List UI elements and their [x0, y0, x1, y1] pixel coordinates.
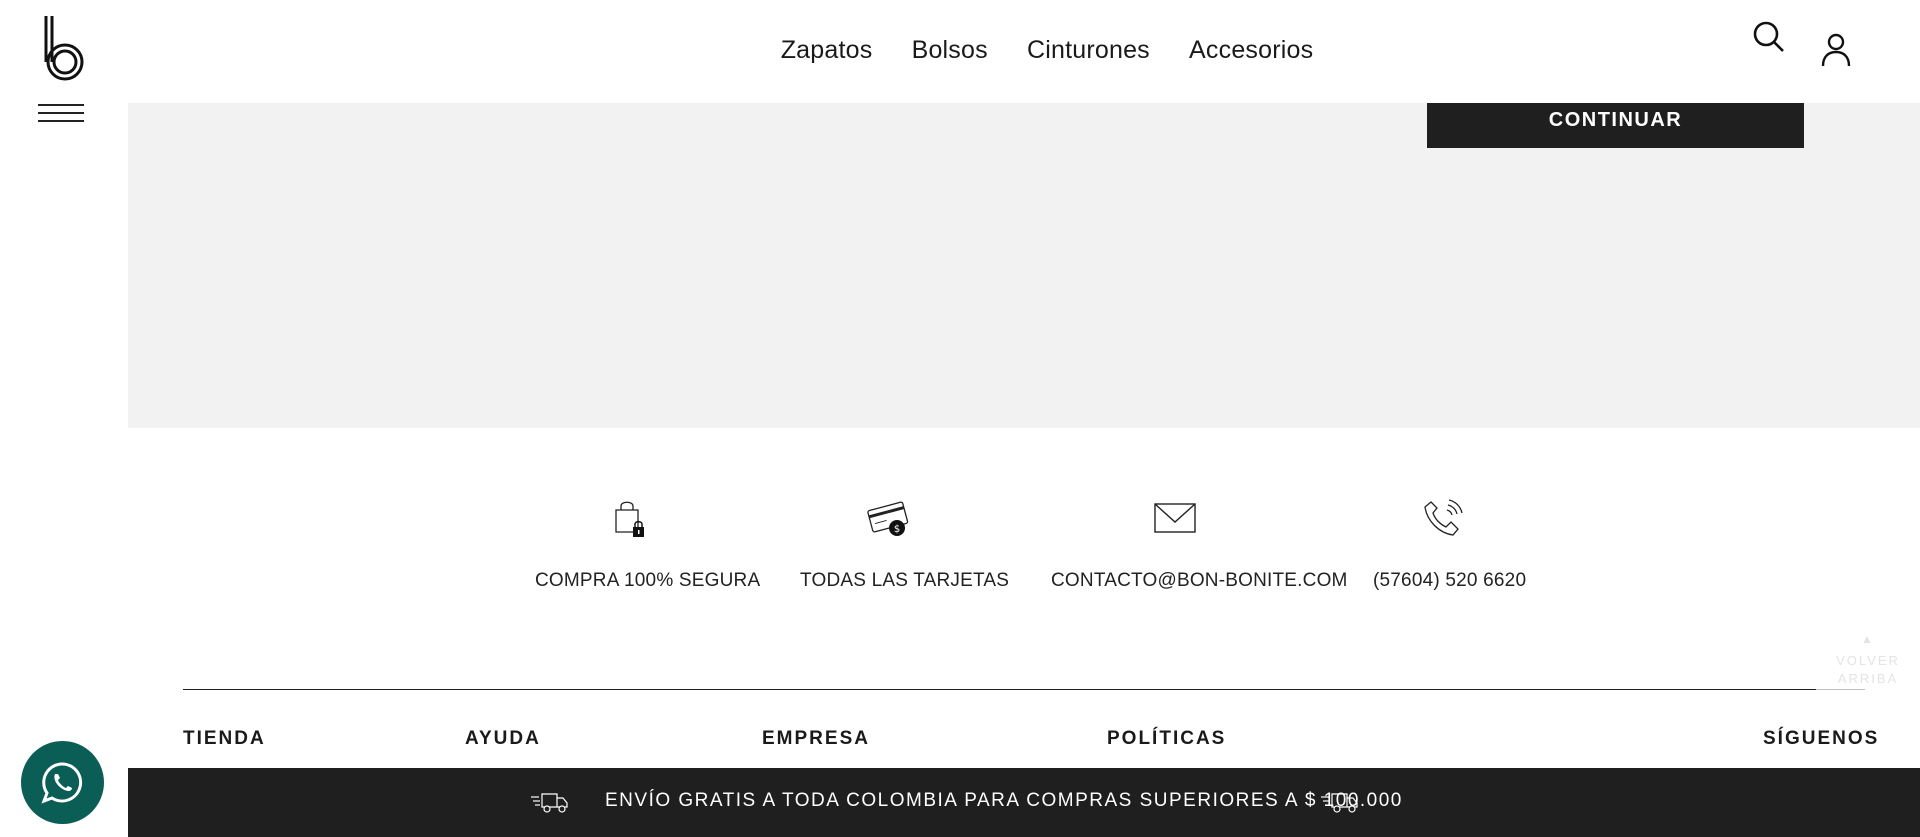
- delivery-truck-icon: [1321, 793, 1358, 813]
- delivery-truck-icon: [531, 793, 568, 813]
- feature-contact-email[interactable]: CONTACTO@BON-BONITE.COM: [1051, 496, 1347, 592]
- footer-heading-ayuda[interactable]: AYUDA: [465, 728, 541, 750]
- feature-secure-purchase: COMPRA 100% SEGURA: [535, 496, 761, 592]
- feature-all-cards: $ TODAS LAS TARJETAS: [800, 496, 1010, 592]
- shopping-bag-lock-icon: [615, 501, 644, 537]
- whatsapp-icon: [41, 762, 83, 804]
- nav-item-cinturones[interactable]: Cinturones: [1027, 36, 1150, 65]
- nav-item-zapatos[interactable]: Zapatos: [781, 36, 873, 65]
- feature-label: TODAS LAS TARJETAS: [800, 570, 1010, 591]
- credit-card-icon: $: [866, 501, 908, 536]
- phone-ringing-icon: [1424, 499, 1463, 536]
- feature-phone[interactable]: (57604) 520 6620: [1373, 496, 1526, 592]
- chevron-up-icon: ▲: [1861, 632, 1875, 646]
- footer-heading-politicas[interactable]: POLÍTICAS: [1107, 728, 1226, 750]
- back-to-top-button[interactable]: ▲ VOLVER ARRIBA: [1816, 630, 1920, 720]
- content-panel: [128, 103, 1920, 428]
- user-icon[interactable]: [1820, 32, 1852, 68]
- footer-heading-tienda[interactable]: TIENDA: [183, 728, 266, 750]
- site-header: Zapatos Bolsos Cinturones Accesorios: [0, 0, 1920, 103]
- nav-item-accesorios[interactable]: Accesorios: [1189, 36, 1313, 65]
- hamburger-menu-icon[interactable]: [38, 104, 84, 126]
- whatsapp-button[interactable]: [21, 741, 104, 824]
- footer-heading-siguenos[interactable]: SÍGUENOS: [1763, 728, 1879, 750]
- shipping-announcement-bar: ENVÍO GRATIS A TODA COLOMBIA PARA COMPRA…: [128, 768, 1920, 837]
- search-icon[interactable]: [1752, 20, 1786, 54]
- footer-divider: [183, 689, 1865, 690]
- main-nav: Zapatos Bolsos Cinturones Accesorios: [0, 36, 1920, 65]
- shipping-announcement-text: ENVÍO GRATIS A TODA COLOMBIA PARA COMPRA…: [605, 790, 1403, 811]
- nav-item-bolsos[interactable]: Bolsos: [912, 36, 988, 65]
- feature-label[interactable]: CONTACTO@BON-BONITE.COM: [1051, 570, 1347, 592]
- feature-label: COMPRA 100% SEGURA: [535, 570, 761, 591]
- svg-text:$: $: [893, 524, 899, 535]
- envelope-icon: [1154, 503, 1196, 533]
- back-to-top-label: VOLVER ARRIBA: [1836, 653, 1900, 686]
- feature-label[interactable]: (57604) 520 6620: [1373, 570, 1526, 592]
- footer-heading-empresa[interactable]: EMPRESA: [762, 728, 870, 750]
